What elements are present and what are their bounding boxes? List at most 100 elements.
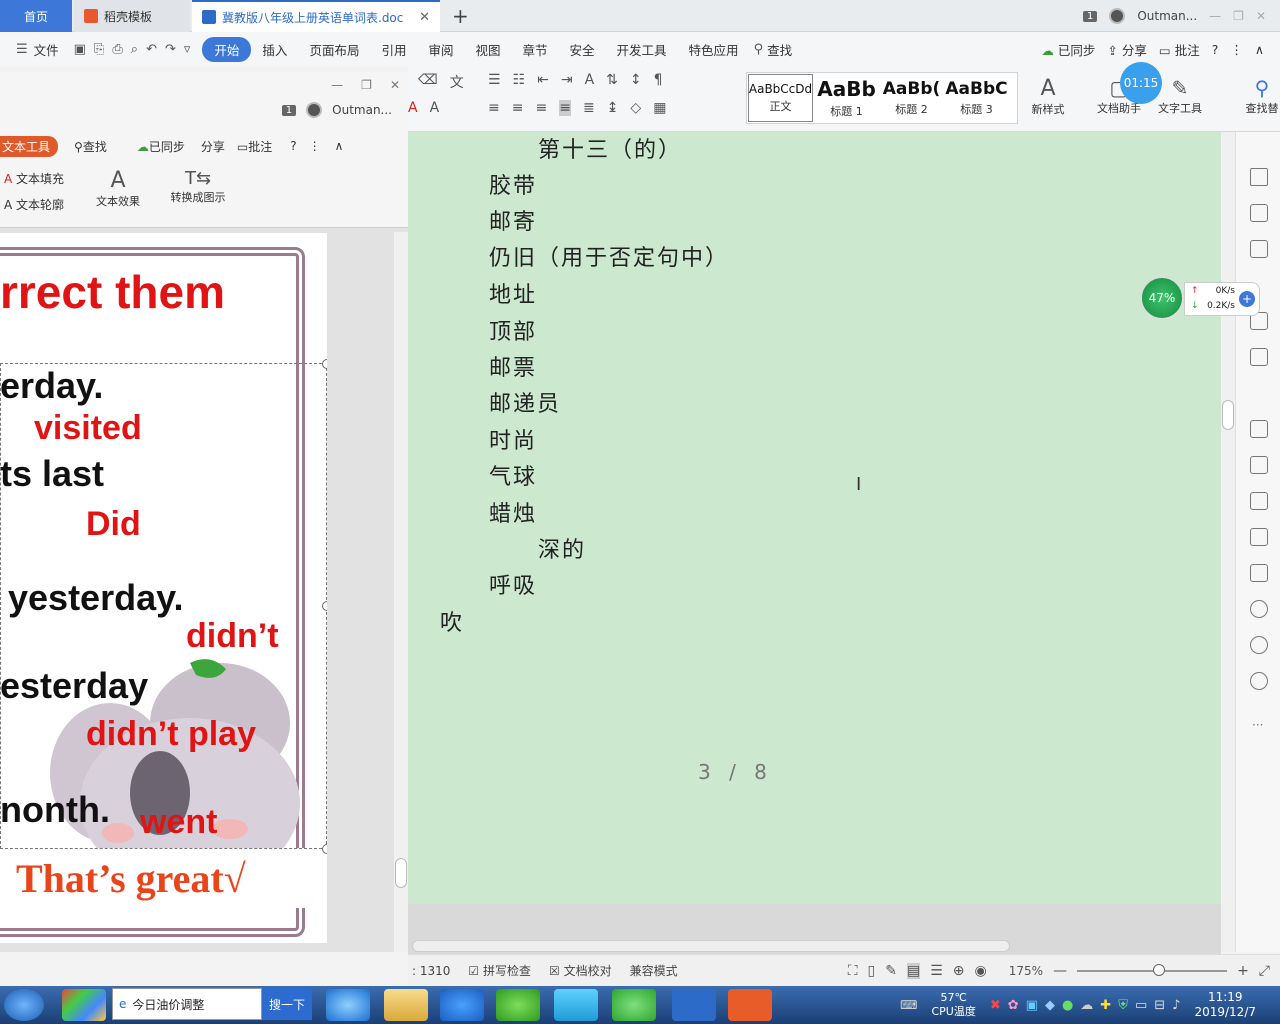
edit-icon[interactable] (1250, 168, 1268, 186)
tray-plus-icon[interactable]: ✚ (1100, 998, 1111, 1013)
menu-file[interactable]: 文件 (32, 40, 70, 59)
window-count-badge[interactable]: 1 (1082, 10, 1098, 22)
proofread-button[interactable]: ☒ 文档校对 (549, 962, 612, 979)
export-pdf-icon[interactable] (1250, 456, 1268, 474)
text-fill-button[interactable]: A 文本填充 (4, 170, 64, 187)
reading-mode-icon[interactable]: ▯ (868, 963, 876, 979)
word-count[interactable]: : 1310 (412, 964, 450, 978)
tab-home[interactable]: 首页 (0, 0, 72, 32)
fw-tab-text-tool[interactable]: 文本工具 (0, 135, 59, 157)
text-effect-button[interactable]: A 文本效果 (88, 168, 148, 209)
file-explorer-icon[interactable] (384, 989, 428, 1021)
close-window-icon[interactable]: ✕ (1256, 9, 1266, 23)
comment-button[interactable]: ▭ 批注 (1159, 40, 1200, 59)
restore-icon[interactable]: ❐ (1233, 9, 1244, 23)
font-color-icon[interactable]: A (408, 100, 418, 116)
close-tab-icon[interactable]: ✕ (419, 10, 430, 25)
fw-scroll-thumb[interactable] (395, 858, 407, 888)
save-icon[interactable]: ▣ (70, 42, 90, 57)
text-outline-button[interactable]: A 文本轮廓 (4, 196, 64, 213)
minimize-icon[interactable]: — (1209, 9, 1221, 23)
menu-developer[interactable]: 开发工具 (606, 40, 678, 59)
ie-browser-icon[interactable] (326, 989, 370, 1021)
chart-icon[interactable] (1250, 348, 1268, 366)
char-shading-icon[interactable]: A (430, 100, 440, 116)
justify-icon[interactable]: ≡ (559, 100, 571, 116)
align-left-icon[interactable]: ≡ (488, 100, 500, 116)
image-icon[interactable] (1250, 564, 1268, 582)
fit-window-icon[interactable]: ⤢ (1259, 963, 1280, 979)
app-icon[interactable] (62, 989, 106, 1021)
fw-user-name[interactable]: Outman... (332, 103, 392, 117)
tray-circle-icon[interactable]: ● (1062, 998, 1073, 1013)
tray-flower-icon[interactable]: ✿ (1008, 998, 1019, 1013)
tray-image-icon[interactable]: ▣ (1026, 998, 1038, 1013)
bullets-icon[interactable]: ☰ (488, 72, 501, 88)
redo-icon[interactable]: ↷ (161, 42, 180, 57)
web-view-icon[interactable]: ⊕ (953, 963, 965, 979)
write-mode-icon[interactable]: ✎ (885, 963, 897, 979)
align-center-icon[interactable]: ≡ (512, 100, 524, 116)
fw-share-button[interactable]: 分享 (201, 138, 225, 155)
selection-box[interactable] (0, 363, 327, 849)
history-icon[interactable] (1250, 636, 1268, 654)
clock[interactable]: 11:19 2019/12/7 (1194, 990, 1256, 1020)
new-style-button[interactable]: A 新样式 (1028, 76, 1068, 117)
menu-page-layout[interactable]: 页面布局 (298, 40, 370, 59)
cpu-temp-widget[interactable]: 57℃ CPU温度 (931, 991, 975, 1019)
align-right-icon[interactable]: ≡ (535, 100, 547, 116)
360-browser-icon[interactable] (496, 989, 540, 1021)
fw-window-count-badge[interactable]: 1 (281, 104, 297, 116)
fw-synced-button[interactable]: ☁已同步 (137, 138, 185, 155)
user-name[interactable]: Outman... (1137, 9, 1197, 23)
select-icon[interactable] (1250, 204, 1268, 222)
indent-decrease-icon[interactable]: ⇤ (537, 72, 549, 88)
share-button[interactable]: ⇪ 分享 (1107, 40, 1146, 59)
line-spacing-icon[interactable]: ↕ (630, 72, 642, 88)
resize-handle[interactable] (322, 601, 327, 611)
print-icon[interactable]: ⎙ (108, 42, 126, 57)
preview-icon[interactable]: ⌕ (127, 42, 142, 57)
memory-gauge[interactable]: 47% (1140, 276, 1184, 320)
zoom-level[interactable]: 175% (1009, 964, 1043, 978)
spell-check-button[interactable]: ☑ 拼写检查 (468, 962, 531, 979)
avatar[interactable] (1109, 8, 1126, 24)
phonetic-icon[interactable]: 文 (450, 72, 464, 92)
fw-avatar[interactable] (306, 102, 323, 118)
fw-close-icon[interactable]: ✕ (390, 78, 400, 92)
zoom-slider[interactable] (1077, 963, 1228, 976)
zoom-out-icon[interactable]: — (1053, 963, 1067, 979)
translate-icon[interactable] (1250, 492, 1268, 510)
font-size-toggle-icon[interactable]: A (585, 72, 595, 88)
shapes-icon[interactable] (1250, 240, 1268, 258)
volume-icon[interactable]: ♪ (1172, 998, 1180, 1013)
synced-button[interactable]: ☁ 已同步 (1041, 40, 1095, 59)
menu-review[interactable]: 审阅 (417, 40, 464, 59)
eye-protect-icon[interactable]: ◉ (975, 963, 987, 979)
export-icon[interactable]: ⎘ (90, 42, 108, 57)
horizontal-scrollbar[interactable] (412, 940, 1010, 952)
fw-comment-button[interactable]: ▭批注 (237, 138, 272, 155)
distribute-icon[interactable]: ≣ (583, 100, 595, 116)
find-replace-button[interactable]: ⚲ 查找替 (1244, 76, 1280, 116)
menu-find[interactable]: 查找 (767, 40, 792, 59)
resize-handle[interactable] (322, 359, 327, 369)
video-player-icon[interactable] (554, 989, 598, 1021)
tray-shield-icon[interactable]: ⛨ (1118, 998, 1128, 1013)
wps-presentation-icon[interactable] (728, 989, 772, 1021)
tray-cloud-icon[interactable]: ☁ (1080, 998, 1093, 1013)
menu-references[interactable]: 引用 (370, 40, 417, 59)
wechat-icon[interactable] (612, 989, 656, 1021)
fw-more-icon[interactable]: ⋮ (309, 139, 321, 153)
fullscreen-icon[interactable]: ⛶ (848, 963, 858, 979)
fw-restore-icon[interactable]: ❐ (361, 78, 372, 92)
search-icon[interactable]: ⚲ (750, 42, 768, 57)
start-button[interactable] (4, 989, 44, 1021)
network-gauge[interactable]: 47% ↑ 0K/s ↓ 0.2K/s + (1140, 276, 1266, 320)
tray-monitor-icon[interactable]: ▭ (1135, 998, 1147, 1013)
collapse-ribbon-icon[interactable]: ∧ (1255, 42, 1264, 57)
tray-cube-icon[interactable]: ◆ (1045, 998, 1055, 1013)
style-heading-3[interactable]: AaBbC 标题 3 (944, 73, 1009, 123)
zoom-in-icon[interactable]: + (1237, 963, 1249, 979)
vertical-scrollbar[interactable] (1221, 132, 1235, 952)
